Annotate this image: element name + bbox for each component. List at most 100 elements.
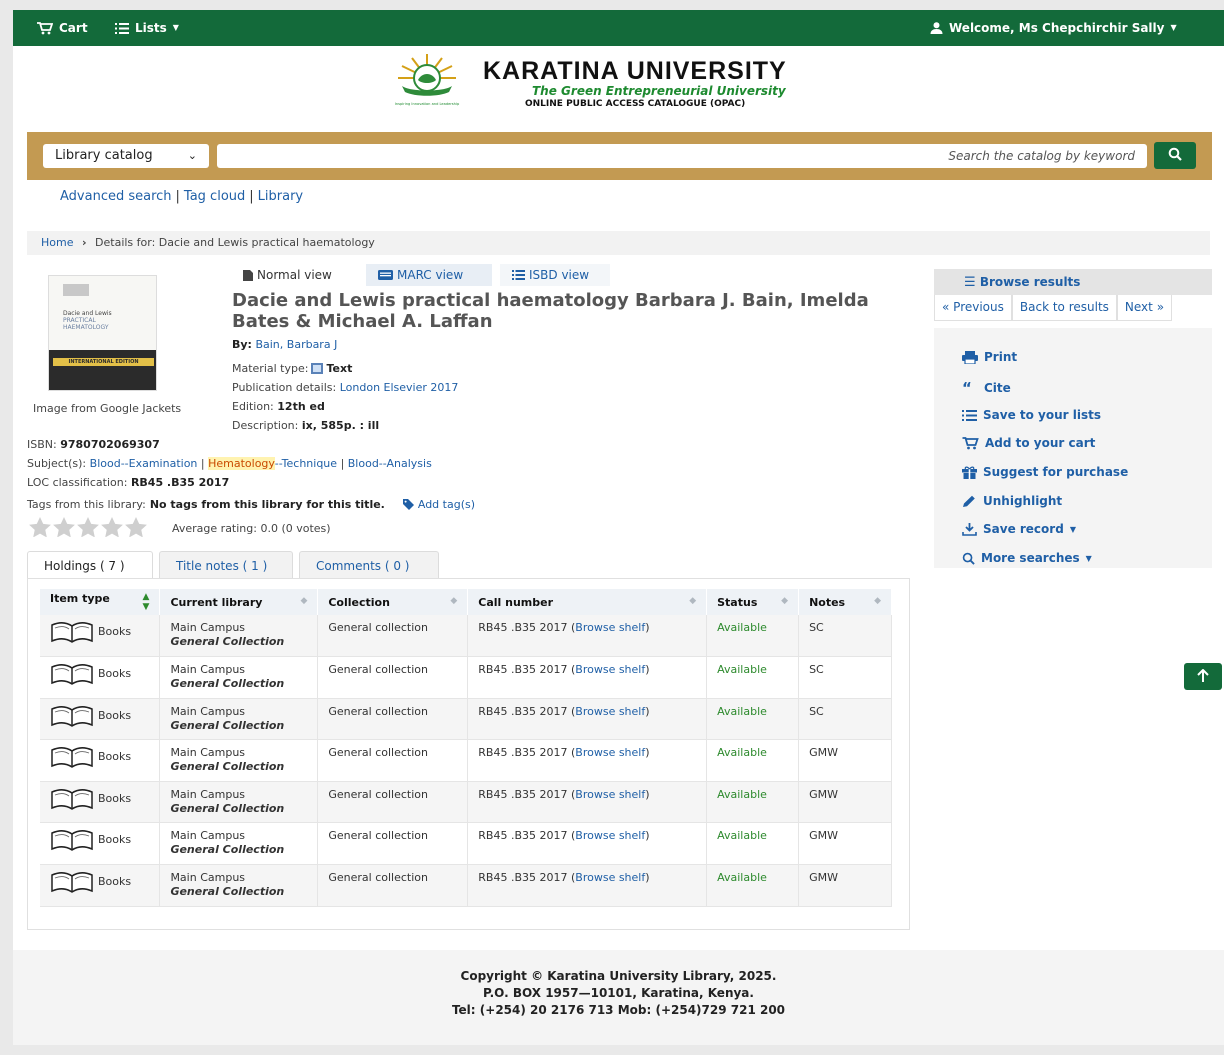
column-header-item-type[interactable]: Item type ▲ ▼	[40, 589, 161, 615]
library-sublocation: General Collection	[170, 843, 285, 857]
status-cell: Available	[706, 739, 800, 782]
breadcrumb-current: Details for: Dacie and Lewis practical h…	[95, 236, 375, 249]
footer: Copyright © Karatina University Library,…	[13, 950, 1224, 1045]
more-searches-action[interactable]: More searches ▼	[962, 551, 1092, 565]
save-record-label: Save record	[983, 522, 1064, 536]
column-header-label: Current library	[170, 595, 263, 609]
column-header-label: Notes	[809, 595, 846, 609]
material-type-line: Material type: Text	[232, 362, 352, 375]
caret-down-icon: ▼	[172, 23, 179, 32]
cart-link[interactable]: Cart	[37, 10, 88, 46]
item-type-label: Books	[98, 625, 132, 638]
tab-title-notes[interactable]: Title notes ( 1 )	[159, 551, 293, 579]
university-tagline: The Green Entrepreneurial University	[532, 84, 786, 98]
current-library-cell: Main Campus General Collection	[159, 781, 319, 824]
star-icon[interactable]	[101, 517, 123, 537]
item-type-label: Books	[98, 750, 132, 764]
double-chevron-left-icon: «	[942, 300, 950, 314]
subject-link-1[interactable]: Blood--Examination	[90, 457, 198, 470]
subject-link-2[interactable]: Hematology--Technique	[208, 457, 337, 470]
cite-action[interactable]: “ Cite	[962, 379, 1011, 397]
browse-results-header[interactable]: ☰ Browse results	[934, 269, 1212, 295]
double-chevron-right-icon: »	[1156, 300, 1165, 314]
catalog-select[interactable]: Library catalog ⌄	[43, 144, 209, 168]
save-record-action[interactable]: Save record ▼	[962, 522, 1076, 536]
search-input[interactable]	[217, 144, 1147, 168]
by-label: By:	[232, 338, 252, 351]
site-header: Inspiring Innovation and Leadership KARA…	[27, 46, 1210, 116]
column-header-call-number[interactable]: Call number ◆	[467, 589, 708, 615]
tab-normal-view[interactable]: Normal view	[231, 264, 344, 286]
column-header-collection[interactable]: Collection ◆	[317, 589, 469, 615]
notes-cell: GMW	[798, 864, 892, 907]
tab-isbd-view[interactable]: ISBD view	[500, 264, 610, 286]
browse-shelf-link[interactable]: Browse shelf	[575, 705, 645, 718]
search-button[interactable]	[1154, 142, 1196, 169]
collection-cell: General collection	[317, 781, 469, 824]
add-to-cart-action[interactable]: Add to your cart	[962, 436, 1095, 450]
breadcrumb-home[interactable]: Home	[41, 236, 73, 249]
tag-cloud-link[interactable]: Tag cloud	[184, 189, 245, 204]
library-name: Main Campus	[170, 621, 246, 634]
browse-shelf-link[interactable]: Browse shelf	[575, 746, 645, 759]
call-number: RB45 .B35 2017	[478, 829, 568, 843]
status-cell: Available	[706, 615, 800, 658]
column-header-current-library[interactable]: Current library ◆	[159, 589, 319, 615]
scroll-to-top-button[interactable]	[1184, 663, 1222, 690]
status-cell: Available	[706, 822, 800, 866]
search-icon	[962, 552, 975, 565]
star-icon[interactable]	[125, 517, 147, 537]
collection-cell: General collection	[317, 698, 469, 741]
next-link[interactable]: Next »	[1116, 295, 1173, 321]
previous-link[interactable]: « Previous	[934, 295, 1012, 321]
column-header-status[interactable]: Status ◆	[706, 589, 800, 615]
star-icon[interactable]	[53, 517, 75, 537]
suggest-purchase-action[interactable]: Suggest for purchase	[962, 465, 1128, 479]
tab-marc-view[interactable]: MARC view	[366, 264, 492, 286]
call-number-cell: RB45 .B35 2017 (Browse shelf)	[467, 781, 708, 824]
material-type-value: Text	[326, 362, 353, 375]
unhighlight-action[interactable]: Unhighlight	[962, 494, 1062, 508]
print-action[interactable]: Print	[962, 350, 1017, 364]
star-icon[interactable]	[77, 517, 99, 537]
book-icon	[51, 789, 93, 810]
star-icon[interactable]	[29, 517, 51, 537]
back-to-results-link[interactable]: Back to results	[1011, 295, 1117, 321]
marc-icon	[378, 270, 393, 280]
isbn-label: ISBN:	[27, 438, 57, 451]
save-to-lists-action[interactable]: Save to your lists	[962, 408, 1101, 422]
tab-marc-view-label: MARC view	[397, 268, 464, 282]
status-cell: Available	[706, 656, 800, 699]
browse-shelf-link[interactable]: Browse shelf	[575, 788, 645, 801]
publication-link[interactable]: London Elsevier 2017	[340, 381, 459, 394]
library-link[interactable]: Library	[258, 189, 303, 204]
user-menu[interactable]: Welcome, Ms Chepchirchir Sally ▼	[930, 10, 1177, 46]
book-cover[interactable]: Dacie and Lewis PRACTICAL HAEMATOLOGY IN…	[48, 275, 157, 391]
column-header-notes[interactable]: Notes ◆	[798, 589, 892, 615]
notes-cell: SC	[798, 615, 892, 658]
library-name: Main Campus	[170, 663, 246, 677]
pencil-icon	[963, 495, 975, 507]
list-icon	[115, 22, 129, 34]
browse-nav: « Previous Back to results Next »	[934, 295, 1212, 321]
star-rating[interactable]	[29, 517, 147, 537]
lists-dropdown[interactable]: Lists ▼	[115, 10, 179, 46]
document-icon	[243, 269, 253, 281]
browse-shelf-link[interactable]: Browse shelf	[575, 871, 645, 884]
advanced-search-link[interactable]: Advanced search	[60, 189, 172, 204]
tab-holdings[interactable]: Holdings ( 7 )	[27, 551, 153, 579]
tab-comments[interactable]: Comments ( 0 )	[299, 551, 439, 579]
browse-shelf-link[interactable]: Browse shelf	[575, 621, 645, 634]
subjects-line: Subject(s): Blood--Examination | Hematol…	[27, 457, 432, 470]
add-tag-link[interactable]: Add tag(s)	[418, 498, 475, 511]
university-logo[interactable]: Inspiring Innovation and Leadership	[382, 52, 472, 110]
list-icon	[962, 409, 977, 421]
author-link[interactable]: Bain, Barbara J	[255, 338, 337, 351]
browse-shelf-link[interactable]: Browse shelf	[575, 663, 645, 676]
tab-normal-view-label: Normal view	[257, 268, 332, 282]
browse-shelf-link[interactable]: Browse shelf	[575, 829, 645, 842]
library-sublocation: General Collection	[170, 635, 285, 648]
cite-label: Cite	[984, 381, 1011, 395]
column-header-label: Status	[717, 595, 758, 609]
subject-link-3[interactable]: Blood--Analysis	[348, 457, 432, 470]
